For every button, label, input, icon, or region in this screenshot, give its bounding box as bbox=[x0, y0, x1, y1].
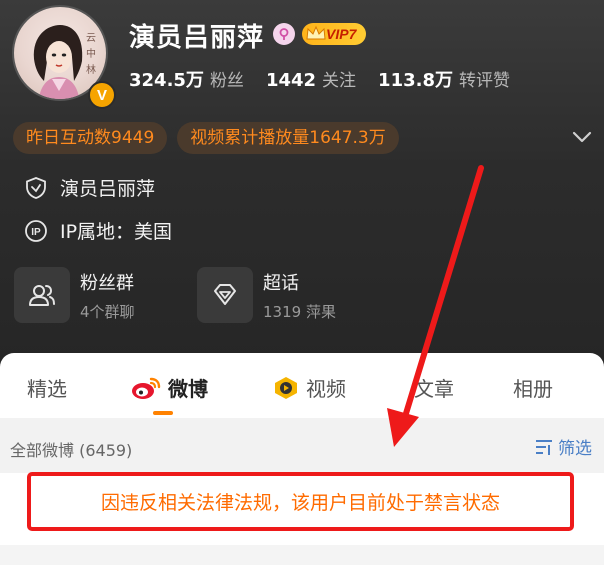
annotation-arrow-icon bbox=[387, 165, 484, 447]
